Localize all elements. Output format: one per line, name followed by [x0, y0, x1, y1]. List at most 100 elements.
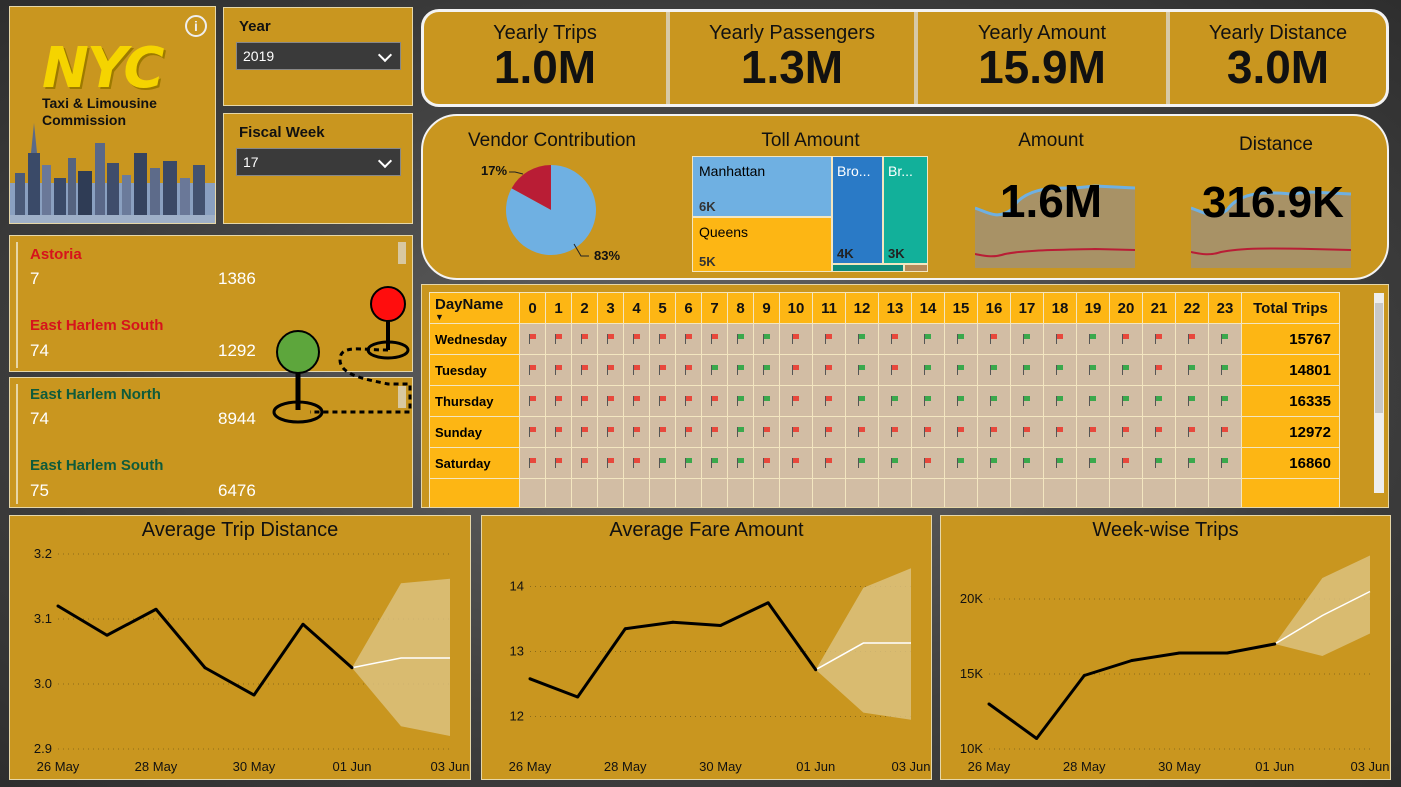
matrix-cell[interactable]	[701, 323, 728, 355]
matrix-cell[interactable]	[727, 478, 754, 507]
matrix-hour-header[interactable]: 19	[1076, 292, 1110, 324]
matrix-cell[interactable]	[779, 354, 813, 386]
matrix-cell[interactable]	[944, 354, 978, 386]
matrix-cell[interactable]	[727, 385, 754, 417]
matrix-cell[interactable]	[1109, 354, 1143, 386]
card-scrollbar[interactable]	[398, 242, 406, 264]
matrix-cell[interactable]	[977, 478, 1011, 507]
matrix-cell[interactable]	[1010, 385, 1044, 417]
matrix-cell[interactable]	[545, 354, 572, 386]
matrix-cell[interactable]	[753, 323, 780, 355]
matrix-cell[interactable]	[1076, 447, 1110, 479]
treemap-tile-bronx[interactable]: Br... 3K	[883, 156, 928, 264]
matrix-cell[interactable]	[911, 323, 945, 355]
matrix-hour-header[interactable]: 6	[675, 292, 702, 324]
matrix-cell[interactable]	[812, 416, 846, 448]
matrix-cell[interactable]	[1076, 478, 1110, 507]
matrix-cell[interactable]	[1142, 416, 1176, 448]
week-wise-trips-svg[interactable]: 10K 15K 20K 26 May 28 May 30 May 01 Jun 03 Jun	[941, 516, 1392, 781]
matrix-hour-header[interactable]: 12	[845, 292, 879, 324]
matrix-hour-header[interactable]: 14	[911, 292, 945, 324]
matrix-total-cell[interactable]: 15767	[1241, 323, 1340, 355]
matrix-cell[interactable]	[571, 385, 598, 417]
matrix-hour-header[interactable]: 13	[878, 292, 912, 324]
matrix-cell[interactable]	[812, 447, 846, 479]
matrix-cell[interactable]	[845, 478, 879, 507]
matrix-hour-header[interactable]: 16	[977, 292, 1011, 324]
matrix-total-cell[interactable]: 14801	[1241, 354, 1340, 386]
matrix-cell[interactable]	[779, 385, 813, 417]
matrix-scrollbar[interactable]	[1374, 293, 1384, 493]
matrix-cell[interactable]	[1043, 385, 1077, 417]
matrix-cell[interactable]	[597, 385, 624, 417]
matrix-cell[interactable]	[701, 416, 728, 448]
matrix-cell[interactable]	[1076, 416, 1110, 448]
matrix-hour-header[interactable]: 21	[1142, 292, 1176, 324]
matrix-cell[interactable]	[675, 416, 702, 448]
matrix-hour-header[interactable]: 8	[727, 292, 754, 324]
matrix-hour-header[interactable]: 17	[1010, 292, 1044, 324]
matrix-cell[interactable]	[977, 354, 1011, 386]
matrix-cell[interactable]	[1208, 416, 1242, 448]
matrix-cell[interactable]	[623, 385, 650, 417]
matrix-cell[interactable]	[1175, 416, 1209, 448]
matrix-hour-header[interactable]: 5	[649, 292, 676, 324]
matrix-cell[interactable]	[779, 447, 813, 479]
matrix-cell[interactable]	[675, 354, 702, 386]
matrix-cell[interactable]	[812, 385, 846, 417]
matrix-cell[interactable]	[878, 416, 912, 448]
matrix-cell[interactable]	[1175, 447, 1209, 479]
matrix-cell[interactable]	[753, 385, 780, 417]
matrix-cell[interactable]	[944, 478, 978, 507]
matrix-cell[interactable]	[977, 385, 1011, 417]
matrix-cell[interactable]	[1010, 354, 1044, 386]
matrix-cell[interactable]	[571, 354, 598, 386]
matrix-hour-header[interactable]: 2	[571, 292, 598, 324]
matrix-cell[interactable]	[878, 478, 912, 507]
matrix-cell[interactable]	[845, 416, 879, 448]
matrix-cell[interactable]	[597, 354, 624, 386]
matrix-cell[interactable]	[649, 447, 676, 479]
matrix-cell[interactable]	[1043, 323, 1077, 355]
matrix-cell[interactable]	[911, 354, 945, 386]
matrix-cell[interactable]	[753, 478, 780, 507]
matrix-cell[interactable]	[1175, 354, 1209, 386]
vendor-pie-chart[interactable]: 17% 83%	[471, 156, 631, 276]
matrix-cell[interactable]	[1109, 385, 1143, 417]
matrix-cell[interactable]	[1010, 447, 1044, 479]
matrix-cell[interactable]	[623, 354, 650, 386]
matrix-day-name[interactable]: Saturday	[429, 447, 520, 479]
matrix-cell[interactable]	[1175, 323, 1209, 355]
matrix-cell[interactable]	[753, 447, 780, 479]
matrix-cell[interactable]	[519, 416, 546, 448]
matrix-cell[interactable]	[878, 323, 912, 355]
fiscal-week-dropdown[interactable]: 17	[236, 148, 401, 176]
matrix-hour-header[interactable]: 22	[1175, 292, 1209, 324]
matrix-cell[interactable]	[779, 478, 813, 507]
matrix-cell[interactable]	[519, 323, 546, 355]
matrix-cell[interactable]	[911, 447, 945, 479]
matrix-cell[interactable]	[1175, 385, 1209, 417]
matrix-hour-header[interactable]: 4	[623, 292, 650, 324]
matrix-cell[interactable]	[597, 323, 624, 355]
matrix-hour-header[interactable]: 23	[1208, 292, 1242, 324]
avg-trip-distance-svg[interactable]: 2.9 3.0 3.1 3.2 26 May 28 May 30 May 01 Jun 03 J…	[10, 516, 472, 781]
matrix-cell[interactable]	[944, 447, 978, 479]
matrix-total-header[interactable]: Total Trips	[1241, 292, 1340, 324]
matrix-cell[interactable]	[779, 323, 813, 355]
matrix-hour-header[interactable]: 0	[519, 292, 546, 324]
matrix-cell[interactable]	[1109, 447, 1143, 479]
matrix-cell[interactable]	[1076, 323, 1110, 355]
matrix-cell[interactable]	[779, 416, 813, 448]
matrix-cell[interactable]	[878, 385, 912, 417]
matrix-cell[interactable]	[701, 385, 728, 417]
matrix-cell[interactable]	[571, 416, 598, 448]
matrix-cell[interactable]	[944, 323, 978, 355]
matrix-cell[interactable]	[1010, 478, 1044, 507]
matrix-cell[interactable]	[675, 323, 702, 355]
matrix-cell[interactable]	[845, 385, 879, 417]
matrix-cell[interactable]	[519, 354, 546, 386]
matrix-cell[interactable]	[1142, 478, 1176, 507]
matrix-cell[interactable]	[545, 416, 572, 448]
matrix-cell[interactable]	[675, 385, 702, 417]
